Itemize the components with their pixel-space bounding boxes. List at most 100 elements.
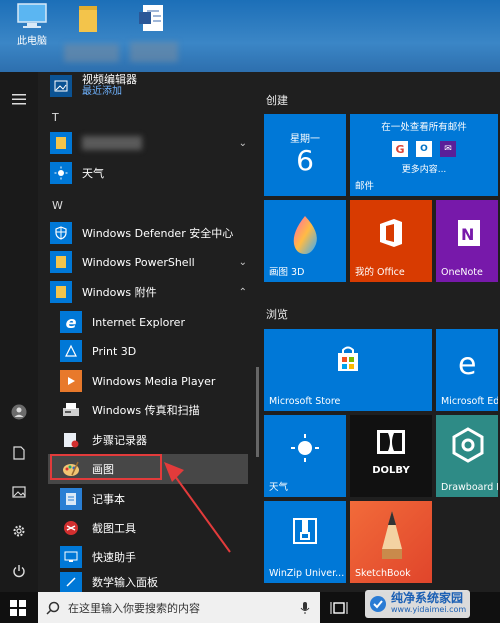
calendar-day-number: 6: [296, 144, 314, 177]
outlook-icon: O: [416, 141, 432, 157]
tile-microsoft-store[interactable]: Microsoft Store: [264, 329, 432, 411]
app-windows-powershell[interactable]: Windows PowerShell ⌄: [50, 249, 255, 275]
tile-label: Microsoft Store: [269, 396, 341, 407]
tile-label: 我的 Office: [355, 267, 405, 278]
mail-provider-icons: G O ✉: [392, 141, 456, 157]
folder-icon: [50, 281, 72, 303]
windows-logo-icon: [10, 600, 26, 616]
folder-shortcut[interactable]: [58, 2, 118, 34]
print3d-icon: [60, 340, 82, 362]
tile-label: 邮件: [355, 181, 375, 192]
hamburger-icon: [12, 94, 26, 105]
folder-icon: [50, 132, 72, 154]
mail-header: 在一处查看所有邮件: [381, 122, 467, 133]
app-label: 快速助手: [92, 551, 136, 564]
app-print-3d[interactable]: Print 3D: [60, 338, 255, 364]
tile-my-office[interactable]: 我的 Office: [350, 200, 432, 282]
watermark-text: 纯净系统家园: [391, 591, 464, 605]
tile-weather[interactable]: 天气: [264, 415, 346, 497]
app-steps-recorder[interactable]: 步骤记录器: [60, 427, 255, 453]
notepad-icon: [60, 488, 82, 510]
pictures-button[interactable]: [0, 477, 38, 507]
app-list-scrollbar[interactable]: [256, 367, 259, 457]
section-letter-t[interactable]: T: [52, 111, 59, 124]
watermark-url: www.yidaimei.com: [391, 605, 467, 614]
steps-recorder-icon: [60, 429, 82, 451]
tile-dolby[interactable]: DOLBY: [350, 415, 432, 497]
app-math-input[interactable]: 数学输入面板: [60, 572, 255, 592]
tile-onenote[interactable]: N OneNote: [436, 200, 498, 282]
math-input-icon: [60, 572, 82, 592]
annotation-arrow-icon: [164, 462, 231, 553]
tile-label: 天气: [269, 482, 289, 493]
search-placeholder: 在这里输入你要搜索的内容: [68, 601, 200, 615]
start-menu: 视频编辑器 最近添加 T ⌄ 天气 W Windows Defender 安全中…: [0, 72, 500, 592]
app-windows-accessories[interactable]: Windows 附件 ⌃: [50, 279, 255, 305]
store-bag-icon: [338, 346, 358, 371]
app-fax-scan[interactable]: Windows 传真和扫描: [60, 397, 255, 423]
app-label: Windows PowerShell: [82, 255, 195, 269]
app-video-editor[interactable]: 视频编辑器 最近添加: [50, 72, 255, 100]
app-label: Print 3D: [92, 344, 137, 358]
calendar-day-name: 星期一: [290, 134, 320, 145]
chevron-up-icon: ⌃: [238, 286, 247, 298]
computer-icon: [17, 3, 47, 28]
settings-button[interactable]: [0, 516, 38, 546]
app-label: 步骤记录器: [92, 434, 147, 447]
this-pc-shortcut[interactable]: 此电脑: [2, 2, 62, 47]
blurred-label: [64, 44, 119, 62]
app-internet-explorer[interactable]: e Internet Explorer: [60, 309, 255, 335]
watermark-logo-icon: [370, 596, 386, 612]
app-label: 视频编辑器: [82, 73, 137, 86]
document-icon: [139, 5, 163, 31]
expand-menu-button[interactable]: [0, 84, 38, 114]
media-player-icon: [60, 370, 82, 392]
task-view-button[interactable]: [330, 600, 348, 620]
tile-label: OneNote: [441, 267, 483, 278]
app-label: Windows 附件: [82, 286, 157, 299]
edge-e-icon: e: [458, 347, 477, 382]
recently-added-label: 最近添加: [82, 86, 122, 97]
paint-highlight-box: [50, 454, 162, 480]
mail-more: 更多内容...: [401, 165, 447, 175]
tile-mail[interactable]: 在一处查看所有邮件 G O ✉ 更多内容... 邮件: [350, 114, 498, 196]
chevron-down-icon: ⌄: [238, 256, 247, 268]
scissors-icon: [60, 517, 82, 539]
folder-icon: [50, 251, 72, 273]
sun-icon: [50, 162, 72, 184]
app-blurred-folder[interactable]: ⌄: [50, 130, 255, 156]
tile-microsoft-edge[interactable]: e Microsoft Edg: [436, 329, 498, 411]
app-label: Windows 传真和扫描: [92, 404, 200, 417]
taskbar-search-box[interactable]: 在这里输入你要搜索的内容: [38, 592, 320, 623]
app-windows-media-player[interactable]: Windows Media Player: [60, 368, 255, 394]
tile-winzip[interactable]: WinZip Univer...: [264, 501, 346, 583]
start-button[interactable]: [10, 600, 26, 620]
desktop-area: 此电脑: [0, 0, 500, 72]
user-icon: [11, 404, 27, 420]
section-letter-w[interactable]: W: [52, 199, 63, 212]
app-label: Windows Defender 安全中心: [82, 227, 234, 240]
power-button[interactable]: [0, 556, 38, 586]
app-weather[interactable]: 天气: [50, 160, 255, 186]
tile-paint3d[interactable]: 画图 3D: [264, 200, 346, 282]
search-icon: [46, 601, 60, 615]
microphone-icon[interactable]: [300, 601, 310, 615]
tile-label: SketchBook: [355, 568, 411, 579]
tile-label: 画图 3D: [269, 267, 305, 278]
tile-drawboard[interactable]: Drawboard P: [436, 415, 498, 497]
app-windows-defender[interactable]: Windows Defender 安全中心: [50, 220, 255, 246]
tile-group-browse[interactable]: 浏览: [266, 306, 288, 322]
app-label: Windows Media Player: [92, 374, 216, 388]
user-account-button[interactable]: [0, 397, 38, 427]
svg-text:N: N: [461, 225, 474, 244]
tile-calendar[interactable]: 星期一 6: [264, 114, 346, 196]
tiles-area: 创建 星期一 6 在一处查看所有邮件 G O ✉ 更多内容... 邮件 画图 3…: [262, 72, 500, 592]
tile-label: Microsoft Edg: [441, 396, 498, 407]
office-logo-icon: [380, 219, 402, 247]
document-shortcut[interactable]: [122, 2, 182, 36]
tile-group-create[interactable]: 创建: [266, 92, 288, 108]
documents-button[interactable]: [0, 438, 38, 468]
video-editor-icon: [50, 75, 72, 97]
tile-sketchbook[interactable]: SketchBook: [350, 501, 432, 583]
blurred-label: [130, 42, 178, 62]
